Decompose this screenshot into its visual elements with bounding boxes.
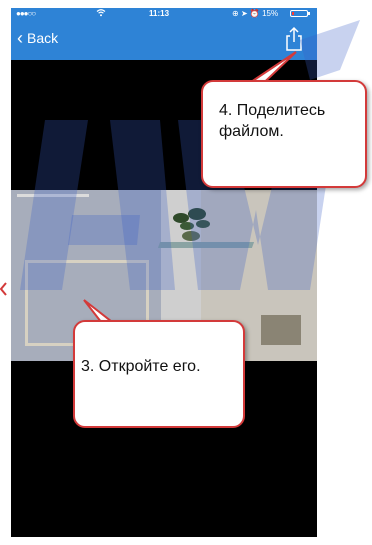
wifi-icon: [96, 8, 106, 19]
signal-strength: ●●●○○: [16, 9, 36, 18]
side-arrow-mark: [0, 282, 7, 296]
chevron-left-icon: ‹: [17, 28, 23, 48]
share-icon[interactable]: [283, 26, 305, 52]
callout-step-4: 4. Поделитесь файлом.: [201, 80, 367, 188]
status-icons: ⊕ ➤ ⏰ 15%: [232, 9, 278, 18]
callout-step-4-text: 4. Поделитесь файлом.: [219, 102, 326, 140]
back-button[interactable]: ‹ Back: [17, 28, 59, 48]
video-timestamp-overlay: [17, 194, 89, 197]
battery-fill: [292, 12, 294, 15]
glass-shelf: [157, 242, 255, 248]
callout-step-3-text: 3. Откройте его.: [81, 358, 201, 375]
back-label: Back: [27, 30, 59, 46]
battery-percent: 15%: [262, 9, 279, 18]
battery-icon: [290, 10, 310, 17]
alarm-icon: ⏰: [249, 9, 260, 18]
plant-image: [173, 208, 210, 241]
lock-rotation-icon: ⊕: [232, 9, 239, 18]
status-bar: ●●●○○ 11:13 ⊕ ➤ ⏰ 15%: [11, 8, 317, 20]
callout-step-3: 3. Откройте его.: [73, 320, 245, 428]
navigation-bar: ‹ Back: [11, 20, 317, 60]
location-icon: ➤: [240, 9, 248, 18]
status-time: 11:13: [149, 9, 170, 18]
